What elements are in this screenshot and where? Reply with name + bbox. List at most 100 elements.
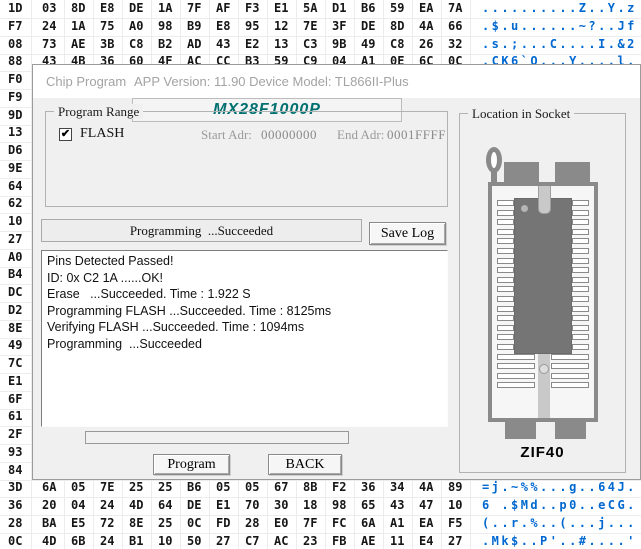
hex-byte[interactable]: 9E (8, 161, 22, 175)
flash-checkbox[interactable]: ✔ (59, 128, 72, 141)
hex-byte[interactable]: 2F (8, 427, 22, 441)
hex-byte[interactable]: 50 (187, 534, 201, 548)
hex-byte[interactable]: 43 (390, 498, 404, 512)
hex-byte[interactable]: A0 (8, 250, 22, 264)
hex-byte[interactable]: AD (187, 37, 201, 51)
hex-byte[interactable]: DE (187, 498, 201, 512)
hex-byte[interactable]: 7F (303, 516, 317, 530)
hex-byte[interactable]: E0 (274, 516, 288, 530)
hex-byte[interactable]: 7C (8, 356, 22, 370)
hex-byte[interactable]: 98 (158, 19, 172, 33)
hex-byte[interactable]: AF (216, 1, 230, 15)
hex-byte[interactable]: 75 (100, 19, 114, 33)
hex-byte[interactable]: 30 (274, 498, 288, 512)
hex-byte[interactable]: 61 (8, 409, 22, 423)
hex-byte[interactable]: 8E (129, 516, 143, 530)
hex-byte[interactable]: 25 (129, 480, 143, 494)
hex-byte[interactable]: B9 (187, 19, 201, 33)
hex-byte[interactable]: 84 (8, 463, 22, 477)
hex-byte[interactable]: 3F (332, 19, 346, 33)
hex-byte[interactable]: C8 (390, 37, 404, 51)
hex-byte[interactable]: FB (332, 534, 346, 548)
hex-byte[interactable]: 89 (448, 480, 462, 494)
hex-byte[interactable]: 6A (361, 516, 375, 530)
hex-byte[interactable]: 13 (274, 37, 288, 51)
hex-byte[interactable]: E1 (216, 498, 230, 512)
hex-byte[interactable]: 8B (303, 480, 317, 494)
hex-byte[interactable]: 59 (390, 1, 404, 15)
hex-byte[interactable]: AC (274, 534, 288, 548)
hex-byte[interactable]: 10 (158, 534, 172, 548)
hex-byte[interactable]: 34 (390, 480, 404, 494)
hex-byte[interactable]: B1 (129, 534, 143, 548)
hex-byte[interactable]: F9 (8, 90, 22, 104)
hex-row[interactable]: 362004244D64DEE170301898654347106 .$Md..… (0, 497, 641, 516)
hex-byte[interactable]: 0C (187, 516, 201, 530)
hex-byte[interactable]: 6A (42, 480, 56, 494)
hex-byte[interactable]: E8 (216, 19, 230, 33)
hex-byte[interactable]: 13 (8, 125, 22, 139)
hex-byte[interactable]: 7F (187, 1, 201, 15)
hex-byte[interactable]: 28 (245, 516, 259, 530)
hex-byte[interactable]: D2 (8, 303, 22, 317)
log-output[interactable]: Pins Detected Passed!ID: 0x C2 1A ......… (41, 250, 448, 427)
hex-byte[interactable]: 67 (274, 480, 288, 494)
hex-byte[interactable]: E2 (245, 37, 259, 51)
hex-byte[interactable]: B2 (158, 37, 172, 51)
hex-byte[interactable]: 6F (8, 392, 22, 406)
hex-byte[interactable]: 98 (332, 498, 346, 512)
hex-byte[interactable]: 36 (361, 480, 375, 494)
program-button[interactable]: Program (153, 454, 230, 475)
hex-byte[interactable]: 10 (448, 498, 462, 512)
save-log-button[interactable]: Save Log (369, 222, 446, 245)
hex-byte[interactable]: B4 (8, 267, 22, 281)
hex-byte[interactable]: E1 (8, 374, 22, 388)
hex-byte[interactable]: 7E (100, 480, 114, 494)
hex-byte[interactable]: 7E (303, 19, 317, 33)
hex-byte[interactable]: 5A (303, 1, 317, 15)
hex-byte[interactable]: FC (332, 516, 346, 530)
hex-byte[interactable]: 95 (245, 19, 259, 33)
hex-byte[interactable]: 47 (419, 498, 433, 512)
hex-byte[interactable]: 26 (419, 37, 433, 51)
hex-byte[interactable]: 24 (100, 534, 114, 548)
hex-byte[interactable]: 65 (361, 498, 375, 512)
hex-byte[interactable]: 4A (419, 480, 433, 494)
hex-byte[interactable]: 70 (245, 498, 259, 512)
hex-byte[interactable]: 4A (419, 19, 433, 33)
hex-byte[interactable]: DE (129, 1, 143, 15)
hex-byte[interactable]: 88 (8, 54, 22, 68)
hex-byte[interactable]: B6 (361, 1, 375, 15)
hex-byte[interactable]: 11 (390, 534, 404, 548)
hex-byte[interactable]: D1 (332, 1, 346, 15)
hex-byte[interactable]: 8D (71, 1, 85, 15)
hex-byte[interactable]: 05 (245, 480, 259, 494)
hex-byte[interactable]: AE (361, 534, 375, 548)
hex-byte[interactable]: 6B (71, 534, 85, 548)
hex-byte[interactable]: 03 (42, 1, 56, 15)
hex-byte[interactable]: 24 (100, 498, 114, 512)
hex-byte[interactable]: 4D (129, 498, 143, 512)
hex-byte[interactable]: 04 (71, 498, 85, 512)
hex-row[interactable]: 0C4D6B24B1105027C7AC23FBAE11E427.Mk$..P'… (0, 533, 641, 549)
hex-byte[interactable]: C8 (129, 37, 143, 51)
hex-byte[interactable]: 72 (100, 516, 114, 530)
hex-byte[interactable]: BA (42, 516, 56, 530)
hex-byte[interactable]: 27 (8, 232, 22, 246)
hex-byte[interactable]: E1 (274, 1, 288, 15)
hex-byte[interactable]: A0 (129, 19, 143, 33)
hex-byte[interactable]: AE (71, 37, 85, 51)
hex-byte[interactable]: F3 (245, 1, 259, 15)
hex-byte[interactable]: 3D (8, 480, 22, 494)
hex-byte[interactable]: 27 (448, 534, 462, 548)
hex-byte[interactable]: F2 (332, 480, 346, 494)
hex-byte[interactable]: F7 (8, 19, 22, 33)
hex-byte[interactable]: A1 (390, 516, 404, 530)
hex-byte[interactable]: 08 (8, 37, 22, 51)
hex-byte[interactable]: 66 (448, 19, 462, 33)
hex-row[interactable]: F7241A75A098B9E895127E3FDE8D4A66.$.u....… (0, 18, 641, 37)
hex-byte[interactable]: B6 (187, 480, 201, 494)
hex-byte[interactable]: 25 (158, 516, 172, 530)
hex-byte[interactable]: 18 (303, 498, 317, 512)
hex-row[interactable]: 1D038DE8DE1A7FAFF3E15AD1B659EA7A........… (0, 0, 641, 19)
